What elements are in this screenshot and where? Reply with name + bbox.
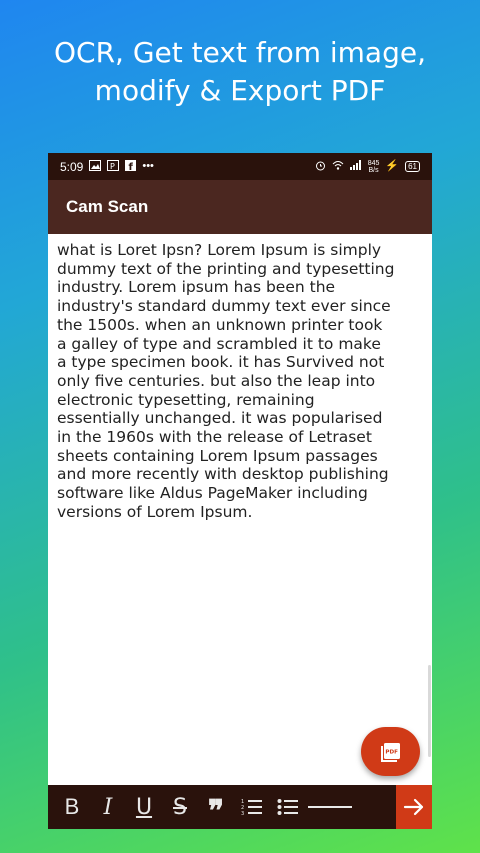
svg-text:3: 3	[241, 811, 244, 817]
svg-text:P: P	[110, 162, 115, 171]
italic-icon: I	[103, 794, 113, 820]
status-time: 5:09	[60, 159, 84, 174]
more-dots-icon: •••	[142, 160, 154, 172]
promo-headline: OCR, Get text from image, modify & Expor…	[0, 34, 480, 110]
strikethrough-button[interactable]: S	[162, 785, 198, 829]
bullet-list-button[interactable]	[270, 785, 306, 829]
facebook-icon: f	[125, 159, 137, 174]
strikethrough-icon: S	[173, 794, 187, 820]
status-left: 5:09 P f •••	[60, 159, 154, 174]
quote-button[interactable]: ❞	[198, 781, 234, 829]
bold-icon: B	[64, 794, 80, 819]
alarm-icon	[315, 160, 326, 174]
underline-icon: U	[135, 794, 153, 820]
svg-text:f: f	[129, 162, 134, 171]
app-title: Cam Scan	[66, 197, 149, 216]
gallery-icon	[89, 159, 102, 174]
net-speed: 845 B/s	[368, 160, 380, 174]
numbered-list-icon: 1 2 3	[241, 799, 262, 817]
signal-icon	[349, 160, 362, 173]
status-right: 845 B/s ⚡ 61	[315, 160, 420, 174]
next-button[interactable]	[396, 785, 432, 829]
battery-icon: 61	[405, 161, 420, 172]
charging-icon: ⚡	[385, 160, 400, 172]
numbered-list-button[interactable]: 1 2 3	[234, 785, 270, 829]
net-speed-unit: B/s	[368, 166, 379, 174]
bold-button[interactable]: B	[54, 785, 90, 829]
underline-button[interactable]: U	[126, 785, 162, 829]
promo-line-2: modify & Export PDF	[94, 74, 386, 107]
export-pdf-button[interactable]: PDF	[361, 727, 420, 776]
pdf-icon: PDF	[380, 742, 400, 762]
text-editor[interactable]: what is Loret Ipsn? Lorem Ipsum is simpl…	[57, 241, 429, 522]
status-bar: 5:09 P f ••• 845 B/s ⚡ 61	[48, 153, 432, 180]
pdf-icon-label: PDF	[385, 749, 398, 755]
phone-screen: 5:09 P f ••• 845 B/s ⚡ 61 Cam Scan what …	[48, 153, 432, 829]
arrow-right-icon	[403, 798, 424, 816]
bullet-list-icon	[277, 799, 298, 815]
wifi-icon	[332, 160, 344, 173]
p-notification-icon: P	[107, 159, 120, 174]
horizontal-rule-icon	[308, 806, 352, 808]
net-speed-value: 845	[367, 159, 380, 167]
promo-line-1: OCR, Get text from image,	[54, 36, 426, 69]
format-toolbar: B I U S ❞ 1 2 3	[48, 785, 432, 829]
quote-icon: ❞	[207, 793, 225, 829]
horizontal-rule-button[interactable]	[306, 785, 354, 829]
scrollbar[interactable]	[428, 665, 431, 757]
app-bar: Cam Scan	[48, 180, 432, 234]
italic-button[interactable]: I	[90, 785, 126, 829]
